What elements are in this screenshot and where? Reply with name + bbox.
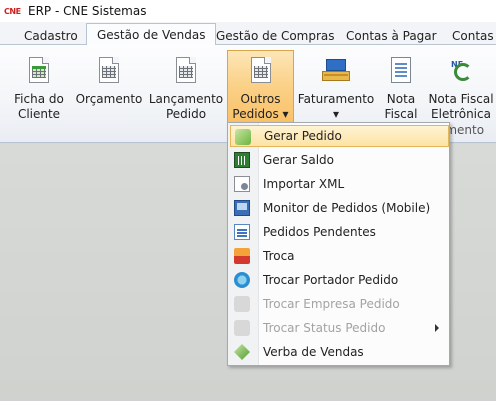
generate-balance-icon — [234, 152, 250, 168]
ribbon-button-label: Nota — [386, 92, 416, 106]
menu-item-label: Trocar Empresa Pedido — [263, 297, 400, 311]
ribbon-button-label: Outros — [240, 92, 281, 106]
menu-item-gerar-pedido[interactable]: Gerar Pedido — [230, 125, 449, 147]
ribbon-button-label: Eletrônica — [431, 107, 491, 121]
swap-carrier-icon — [234, 272, 250, 288]
document-grid-icon — [93, 55, 125, 87]
exchange-icon — [234, 248, 250, 264]
nota-fiscal-button[interactable]: Nota Fiscal — [378, 51, 424, 123]
generate-order-icon — [235, 129, 251, 145]
menu-item-troca[interactable]: Troca — [230, 245, 449, 267]
menu-item-label: Pedidos Pendentes — [263, 225, 376, 239]
outros-pedidos-button[interactable]: Outros Pedidos ▾ — [227, 50, 294, 124]
nota-fiscal-eletronica-button[interactable]: NF Nota Fiscal Eletrônica — [426, 51, 496, 123]
ficha-do-cliente-button[interactable]: Ficha do Cliente — [8, 51, 70, 123]
tab-contas-a-pagar[interactable]: Contas à Pagar — [336, 25, 447, 46]
ribbon-button-label: Nota Fiscal — [428, 92, 494, 106]
menu-item-label: Verba de Vendas — [263, 345, 364, 359]
menu-item-label: Trocar Portador Pedido — [263, 273, 399, 287]
menu-item-verba-de-vendas[interactable]: Verba de Vendas — [230, 341, 449, 363]
sales-budget-icon — [234, 344, 250, 360]
nfe-icon: NF — [445, 55, 477, 87]
tab-cadastro[interactable]: Cadastro — [14, 25, 88, 46]
document-grid-icon — [245, 55, 277, 87]
ribbon-button-label: Lançamento — [148, 92, 224, 106]
ribbon-button-label: Orçamento — [75, 92, 143, 106]
menu-item-label: Importar XML — [263, 177, 345, 191]
cash-register-icon — [320, 55, 352, 87]
ribbon-button-label: Ficha do — [14, 92, 64, 106]
title-bar: CNE ERP - CNE Sistemas — [0, 0, 496, 22]
menu-item-label: Troca — [263, 249, 295, 263]
ribbon-tab-strip: Cadastro Gestão de Vendas Gestão de Comp… — [0, 22, 496, 46]
menu-item-label: Monitor de Pedidos (Mobile) — [263, 201, 431, 215]
window-title: ERP - CNE Sistemas — [28, 4, 147, 18]
menu-item-label: Trocar Status Pedido — [263, 321, 386, 335]
ribbon-button-label: Faturamento — [297, 92, 375, 106]
import-xml-icon — [234, 176, 250, 192]
app-logo-icon: CNE — [4, 6, 21, 16]
tab-gestao-de-compras[interactable]: Gestão de Compras — [206, 25, 345, 46]
menu-item-trocar-status-pedido: Trocar Status Pedido — [230, 317, 449, 339]
swap-company-icon — [234, 296, 250, 312]
orcamento-button[interactable]: Orçamento — [74, 51, 144, 123]
tab-gestao-de-vendas[interactable]: Gestão de Vendas — [86, 23, 217, 46]
swap-status-icon — [234, 320, 250, 336]
tab-contas-a-receber[interactable]: Contas à — [442, 25, 496, 46]
lancamento-pedido-button[interactable]: Lançamento Pedido — [148, 51, 224, 123]
menu-item-label: Gerar Pedido — [264, 129, 342, 143]
pending-orders-icon — [234, 224, 250, 240]
ribbon-button-label: Fiscal — [384, 107, 418, 121]
document-grid-icon — [170, 55, 202, 87]
ribbon-button-label: Cliente — [17, 107, 61, 121]
menu-item-pedidos-pendentes[interactable]: Pedidos Pendentes — [230, 221, 449, 243]
menu-item-trocar-empresa-pedido: Trocar Empresa Pedido — [230, 293, 449, 315]
spreadsheet-icon — [23, 55, 55, 87]
menu-item-importar-xml[interactable]: Importar XML — [230, 173, 449, 195]
outros-pedidos-dropdown-menu: Gerar Pedido Gerar Saldo Importar XML Mo… — [227, 122, 450, 366]
ribbon-button-label: ▾ — [332, 107, 340, 121]
faturamento-button[interactable]: Faturamento ▾ — [298, 51, 374, 123]
monitor-icon — [234, 200, 250, 216]
menu-item-gerar-saldo[interactable]: Gerar Saldo — [230, 149, 449, 171]
submenu-arrow-icon — [435, 324, 439, 332]
menu-item-trocar-portador-pedido[interactable]: Trocar Portador Pedido — [230, 269, 449, 291]
ribbon-button-label: Pedido — [165, 107, 207, 121]
menu-item-label: Gerar Saldo — [263, 153, 334, 167]
ribbon-button-label: Pedidos ▾ — [232, 107, 289, 121]
invoice-icon — [385, 55, 417, 87]
menu-item-monitor-de-pedidos[interactable]: Monitor de Pedidos (Mobile) — [230, 197, 449, 219]
